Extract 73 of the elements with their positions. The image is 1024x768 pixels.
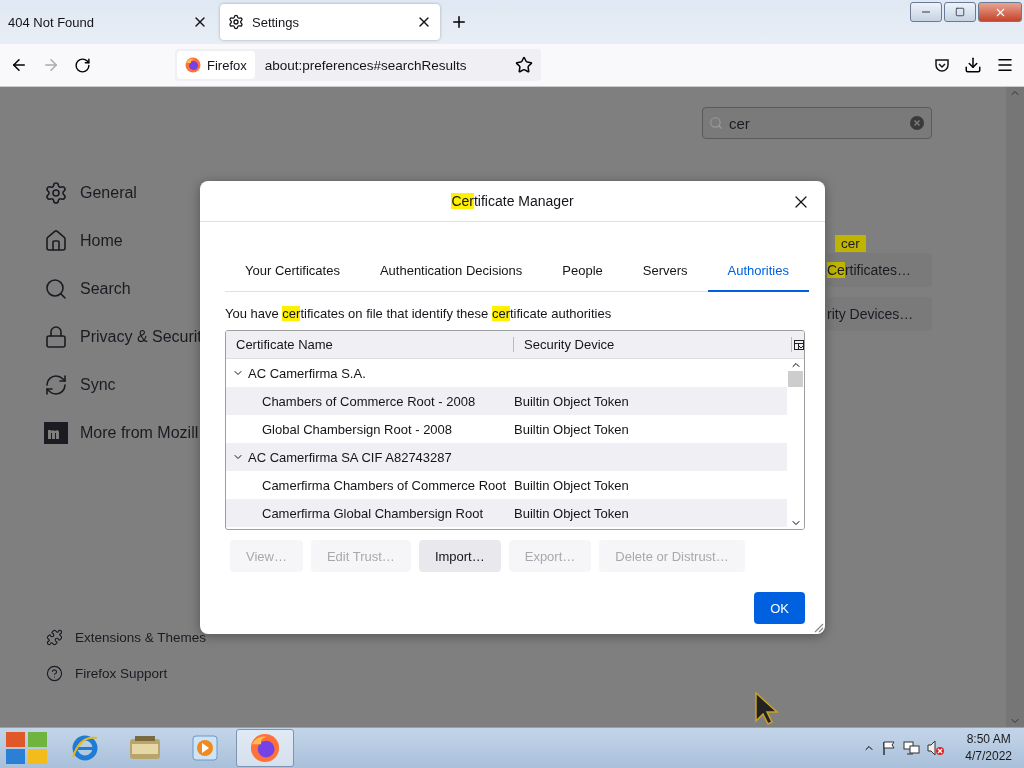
column-header[interactable]: Security Device [514,337,792,352]
reload-icon[interactable] [74,56,91,74]
search-tooltip: cer [835,235,866,252]
mozilla-logo-icon [44,422,68,444]
clock-date[interactable]: 4/7/2022 [965,748,1012,765]
sidebar-item[interactable]: General [44,169,230,217]
certificate-name: Global Chambersign Root - 2008 [262,421,453,437]
media-player-icon[interactable] [191,734,219,762]
sidebar-link[interactable]: Extensions & Themes [46,619,230,655]
forward-icon[interactable] [42,56,60,74]
firefox-logo-icon [185,57,201,73]
url-text: about:preferences#searchResults [263,57,468,73]
search-field[interactable]: cer [702,107,932,139]
column-picker-icon[interactable] [794,339,804,350]
group-name: AC Camerfirma S.A. [248,365,366,381]
ok-button[interactable]: OK [754,592,805,624]
settings-button[interactable]: Certificates… [827,253,932,287]
tree-row[interactable]: Camerfirma Global Chambersign Root Builtin Object Token [226,499,787,527]
gear-icon [228,14,244,30]
group-name: AC Camerfirma SA CIF A82743287 [248,449,452,465]
sidebar-item-icon [44,325,68,349]
security-device: Builtin Object Token [514,393,629,409]
muted-speaker-icon[interactable] [927,740,946,756]
security-device: Builtin Object Token [514,421,629,437]
dialog-tab[interactable]: Authorities [707,252,809,292]
certificate-name: Camerfirma Chambers of Commerce Root [262,477,507,493]
sidebar-item-icon [44,181,68,205]
new-tab-icon[interactable] [450,13,468,31]
security-device: Builtin Object Token [514,477,629,493]
scrollbar-thumb[interactable] [788,371,803,387]
help-icon [46,664,63,682]
internet-explorer-icon[interactable] [70,733,100,763]
clear-icon[interactable] [910,116,924,130]
clock-time[interactable]: 8:50 AM [966,731,1011,748]
browser-tab[interactable]: 404 Not Found [0,4,216,40]
mouse-cursor-icon [754,691,780,725]
settings-button[interactable]: rity Devices… [827,297,932,331]
network-icon[interactable] [903,740,922,756]
pocket-icon[interactable] [934,57,950,73]
certificate-tree[interactable] [225,330,805,530]
sidebar-item-icon [44,277,68,301]
dialog-tab[interactable]: People [542,252,623,292]
download-icon[interactable] [964,56,982,74]
puzzle-icon [46,628,63,646]
dialog-tab[interactable]: Authentication Decisions [359,252,543,292]
restore-icon [955,7,965,17]
resize-grip-icon[interactable] [812,621,824,633]
close-window-button[interactable] [978,2,1022,22]
sidebar-link[interactable]: Firefox Support [46,655,230,691]
flag-icon[interactable] [881,740,898,756]
sidebar-item-icon [44,229,68,253]
tree-group-row[interactable]: AC Camerfirma SA CIF A82743287 [226,443,787,471]
back-icon[interactable] [10,56,28,74]
tree-row[interactable]: Chambers of Commerce Root - 2008 Builtin Object Token [226,387,787,415]
firefox-app-icon [250,733,280,763]
bookmark-star-icon[interactable] [514,56,533,74]
column-header[interactable]: Certificate Name [226,337,514,352]
menu-icon[interactable] [996,56,1014,74]
certificate-name: Camerfirma Global Chambersign Root [262,505,484,521]
dialog-tab[interactable]: Servers [622,252,708,292]
restore-button[interactable] [944,2,976,22]
certificate-name: Chambers of Commerce Root - 2008 [262,393,476,409]
address-bar[interactable]: Firefox about:preferences#searchResults [175,49,541,81]
browser-tab[interactable]: Settings [220,4,440,40]
taskbar-button[interactable] [236,729,294,767]
sidebar-item-icon [44,373,68,397]
minimize-button[interactable] [910,2,942,22]
search-icon [709,116,723,130]
identity-text: Firefox [207,57,247,73]
security-device: Builtin Object Token [514,505,629,521]
dialog-button[interactable]: Import… [418,540,501,572]
archive-box-icon[interactable] [129,735,161,761]
identity-label[interactable]: Firefox [177,51,255,79]
